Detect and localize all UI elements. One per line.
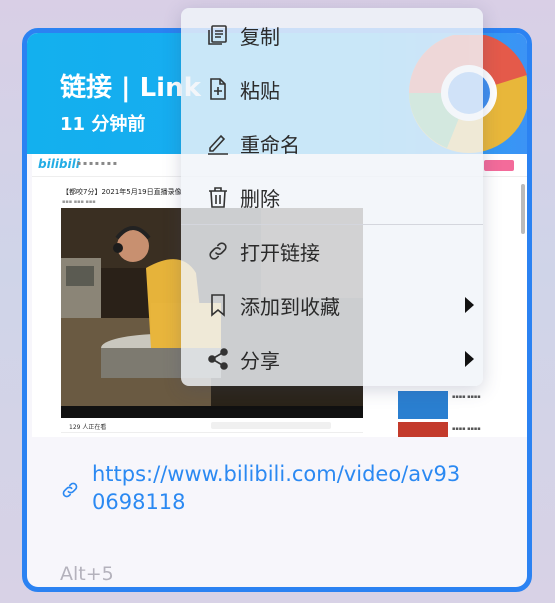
menu-item-share[interactable]: 分享 (181, 332, 483, 386)
preview-side-thumb (398, 391, 448, 419)
submenu-arrow-icon (465, 351, 474, 367)
menu-item-rename[interactable]: 重命名 (181, 116, 483, 170)
link-icon (209, 242, 227, 260)
context-menu: 复制 粘贴 重命名 删除 打开链接 添加到收藏 分享 (181, 8, 483, 386)
bookmark-icon (211, 294, 225, 317)
card-timestamp: 11 分钟前 (60, 114, 146, 135)
share-icon (208, 348, 228, 370)
menu-item-open-link[interactable]: 打开链接 (181, 224, 483, 278)
shortcut-hint: Alt+5 (60, 563, 114, 585)
preview-side-text: ▪▪▪▪ ▪▪▪▪ (452, 394, 481, 400)
preview-viewer-count: 129 人正在看 (69, 424, 107, 431)
menu-item-paste[interactable]: 粘贴 (181, 62, 483, 116)
link-icon (62, 482, 78, 498)
menu-item-delete[interactable]: 删除 (181, 170, 483, 224)
bilibili-logo: bilibili (38, 157, 80, 171)
preview-video-controls (61, 406, 363, 418)
preview-side-text: ▪▪▪▪ ▪▪▪▪ (452, 426, 481, 432)
preview-video-title: 【都咬7分】2021年5月19日直播录像 (62, 188, 182, 196)
menu-item-label: 删除 (240, 186, 280, 211)
menu-item-label: 分享 (240, 348, 280, 373)
preview-video-meta: ▪▪▪ ▪▪▪ ▪▪▪ (62, 199, 96, 205)
preview-comment-bar: 129 人正在看 (61, 420, 363, 433)
menu-item-copy[interactable]: 复制 (181, 8, 483, 62)
card-title: 链接 | Link (60, 73, 201, 103)
menu-item-label: 粘贴 (240, 78, 280, 103)
paste-icon (210, 78, 226, 100)
menu-item-label: 打开链接 (240, 240, 320, 265)
preview-upload-button (484, 160, 514, 171)
submenu-arrow-icon (465, 297, 474, 313)
preview-side-thumb (398, 422, 448, 437)
menu-item-label: 添加到收藏 (240, 294, 340, 319)
preview-danmaku-input (211, 422, 331, 429)
menu-item-label: 重命名 (240, 132, 300, 157)
url-link[interactable]: https://www.bilibili.com/video/av9306981… (92, 460, 472, 516)
preview-nav-links: ▪ ▪ ▪ ▪ ▪ ▪ ▪ (77, 160, 117, 167)
delete-icon (209, 187, 227, 208)
menu-item-label: 复制 (240, 24, 280, 49)
menu-item-add-to-favorites[interactable]: 添加到收藏 (181, 278, 483, 332)
copy-icon (208, 25, 227, 45)
rename-icon (208, 134, 228, 155)
preview-scrollbar (521, 184, 525, 234)
